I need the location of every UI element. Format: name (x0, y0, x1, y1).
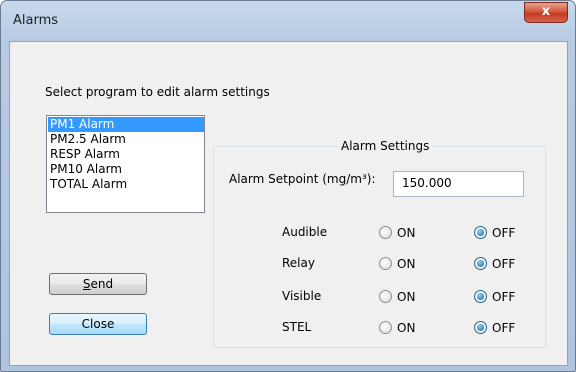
setpoint-input[interactable]: 150.000 (393, 171, 524, 197)
radio-checked-icon (474, 257, 487, 270)
close-icon: x (541, 4, 551, 19)
off-label: OFF (492, 226, 516, 240)
close-button[interactable]: Close (49, 313, 147, 335)
list-item-total[interactable]: TOTAL Alarm (48, 177, 204, 192)
alarms-window: Alarms x Select program to edit alarm se… (0, 0, 576, 372)
alarm-settings-group: Alarm Settings Alarm Setpoint (mg/m³): 1… (213, 139, 546, 348)
off-label: OFF (492, 321, 516, 335)
on-label: ON (397, 257, 416, 271)
radio-unchecked-icon (379, 257, 392, 270)
title-bar[interactable]: Alarms x (1, 1, 575, 41)
radio-checked-icon (474, 321, 487, 334)
audible-label: Audible (282, 225, 328, 239)
off-label: OFF (492, 257, 516, 271)
setpoint-label: Alarm Setpoint (mg/m³): (229, 172, 376, 186)
send-button[interactable]: Send (49, 273, 147, 295)
window-close-button[interactable]: x (524, 2, 568, 23)
radio-unchecked-icon (379, 321, 392, 334)
stel-row: STEL ON OFF (214, 318, 545, 338)
radio-checked-icon (474, 290, 487, 303)
relay-row: Relay ON OFF (214, 254, 545, 274)
on-label: ON (397, 226, 416, 240)
visible-row: Visible ON OFF (214, 287, 545, 307)
radio-unchecked-icon (379, 290, 392, 303)
on-label: ON (397, 290, 416, 304)
radio-checked-icon (474, 226, 487, 239)
relay-label: Relay (282, 256, 315, 270)
on-label: ON (397, 321, 416, 335)
visible-label: Visible (282, 289, 322, 303)
radio-unchecked-icon (379, 226, 392, 239)
list-item-pm2-5[interactable]: PM2.5 Alarm (48, 132, 204, 147)
dialog-body: Select program to edit alarm settings PM… (9, 41, 568, 366)
program-listbox[interactable]: PM1 Alarm PM2.5 Alarm RESP Alarm PM10 Al… (46, 115, 205, 213)
list-item-resp[interactable]: RESP Alarm (48, 147, 204, 162)
off-label: OFF (492, 290, 516, 304)
audible-row: Audible ON OFF (214, 223, 545, 243)
list-item-pm1[interactable]: PM1 Alarm (48, 117, 204, 132)
window-title: Alarms (13, 13, 59, 28)
program-select-prompt: Select program to edit alarm settings (45, 85, 270, 99)
stel-label: STEL (282, 320, 312, 334)
list-item-pm10[interactable]: PM10 Alarm (48, 162, 204, 177)
group-title: Alarm Settings (338, 139, 433, 153)
